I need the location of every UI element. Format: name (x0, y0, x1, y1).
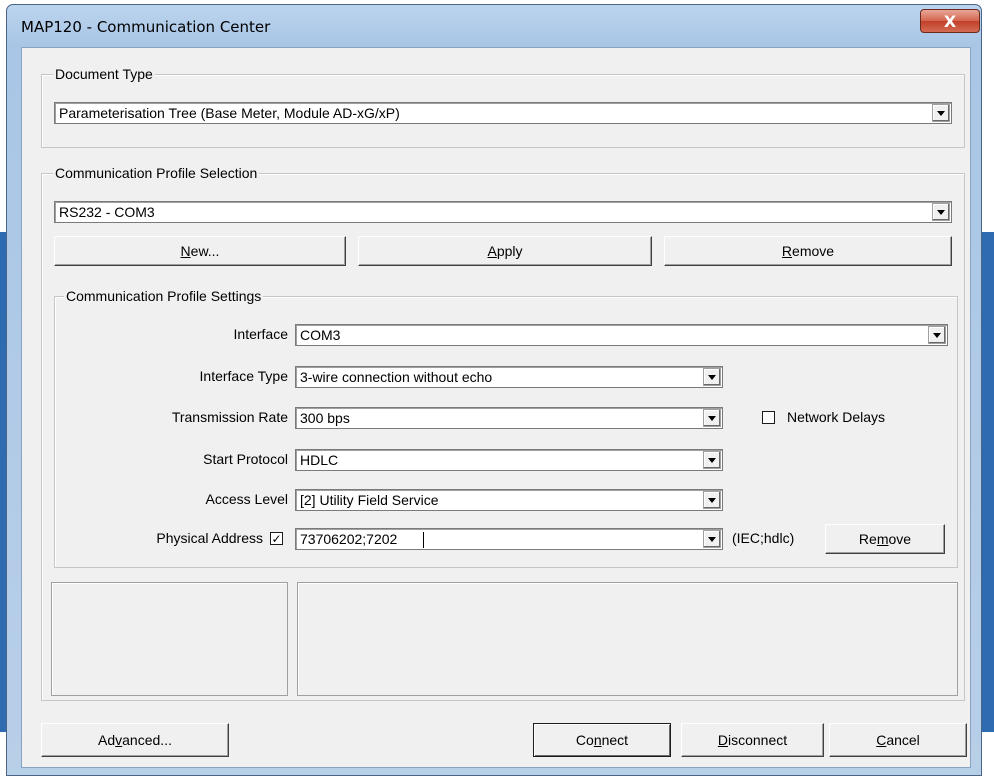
access-level-select[interactable]: [2] Utility Field Service (295, 489, 723, 511)
connect-button[interactable]: Co n nect (533, 723, 671, 757)
document-type-value: Parameterisation Tree (Base Meter, Modul… (59, 105, 400, 121)
start-protocol-select[interactable]: HDLC (295, 449, 723, 471)
remove-address-button[interactable]: Re m ove (825, 524, 945, 554)
chevron-down-icon[interactable] (932, 203, 950, 221)
cancel-button[interactable]: Cancel (829, 723, 967, 757)
profile-select-value: RS232 - COM3 (59, 204, 155, 220)
start-protocol-value: HDLC (300, 452, 339, 468)
remove-button-mnemonic: R (781, 243, 793, 259)
physical-address-checkbox[interactable]: ✓ (270, 532, 283, 545)
chevron-down-icon[interactable] (703, 491, 721, 509)
disconnect-mnemonic: D (717, 732, 728, 748)
chevron-down-icon[interactable] (703, 530, 721, 548)
network-delays-checkbox[interactable] (762, 411, 775, 424)
chevron-down-icon[interactable] (703, 409, 721, 427)
remove-address-label-end: ove (888, 531, 912, 547)
profile-select[interactable]: RS232 - COM3 (54, 201, 952, 223)
interface-type-value: 3-wire connection without echo (300, 369, 493, 385)
chevron-down-icon[interactable] (703, 368, 721, 386)
checkmark-icon: ✓ (271, 531, 282, 546)
connect-label-end: nect (601, 732, 629, 748)
physical-address-label: Physical Address (156, 530, 263, 546)
transmission-rate-select[interactable]: 300 bps (295, 407, 723, 429)
new-button-label: ew... (190, 243, 220, 259)
disconnect-button[interactable]: Disconnect (681, 723, 824, 757)
new-profile-button[interactable]: New... (54, 236, 346, 266)
access-level-value: [2] Utility Field Service (300, 492, 439, 508)
cancel-label-end: ancel (886, 732, 920, 748)
advanced-label-end: anced... (122, 732, 172, 748)
remove-address-mnemonic: m (876, 531, 889, 547)
remove-profile-button[interactable]: Remove (664, 236, 952, 266)
start-protocol-label: Start Protocol (203, 451, 288, 467)
document-type-group-title: Document Type (53, 66, 155, 82)
interface-type-select[interactable]: 3-wire connection without echo (295, 366, 723, 388)
connect-label-start: Co (575, 732, 594, 748)
interface-type-label: Interface Type (199, 368, 288, 384)
interface-select[interactable]: COM3 (295, 324, 948, 346)
interface-value: COM3 (300, 327, 341, 343)
desktop-edge-right (982, 232, 994, 732)
apply-button-label: pply (496, 243, 523, 259)
disconnect-label-end: isconnect (727, 732, 788, 748)
physical-address-value[interactable]: 73706202;7202 (300, 531, 397, 547)
chevron-down-icon[interactable] (703, 451, 721, 469)
transmission-rate-label: Transmission Rate (171, 409, 288, 425)
new-button-mnemonic: N (180, 243, 191, 259)
physical-address-format: (IEC;hdlc) (732, 530, 795, 546)
advanced-button[interactable]: Ad v anced... (41, 723, 229, 757)
apply-profile-button[interactable]: Apply (358, 236, 652, 266)
profile-settings-group-title: Communication Profile Settings (64, 288, 264, 304)
document-type-select[interactable]: Parameterisation Tree (Base Meter, Modul… (54, 102, 952, 124)
close-icon: X (943, 11, 957, 31)
transmission-rate-value: 300 bps (300, 410, 350, 426)
advanced-mnemonic: v (115, 732, 123, 748)
remove-address-label-start: Re (858, 531, 877, 547)
profile-selection-group-title: Communication Profile Selection (53, 165, 260, 181)
connect-mnemonic: n (593, 732, 602, 748)
text-caret (423, 532, 424, 548)
remove-button-label: emove (792, 243, 835, 259)
interface-label: Interface (233, 326, 288, 342)
physical-address-combo[interactable]: 73706202;7202 (295, 528, 723, 550)
window-title: MAP120 - Communication Center (21, 18, 271, 36)
apply-button-mnemonic: A (487, 243, 497, 259)
cancel-mnemonic: C (876, 732, 887, 748)
chevron-down-icon[interactable] (928, 326, 946, 344)
status-panel-right (297, 582, 958, 696)
chevron-down-icon[interactable] (932, 104, 950, 122)
advanced-label-start: Ad (98, 732, 116, 748)
close-button[interactable]: X (920, 9, 980, 33)
network-delays-label: Network Delays (787, 409, 886, 425)
access-level-label: Access Level (205, 491, 288, 507)
status-panel-left (51, 582, 288, 696)
